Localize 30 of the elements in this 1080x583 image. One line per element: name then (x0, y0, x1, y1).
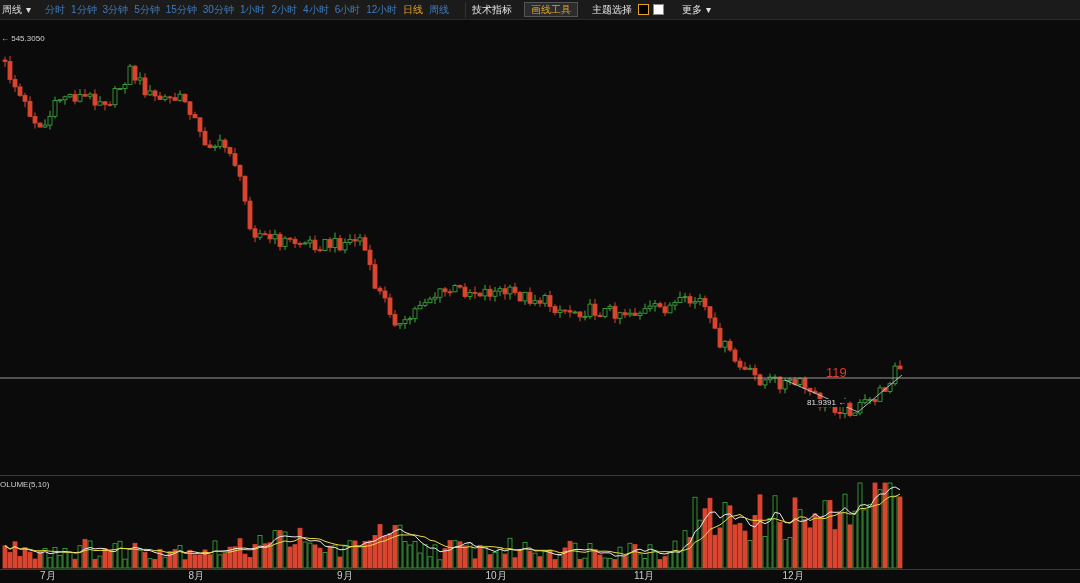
min-price-label: 81.9391 ← (806, 399, 848, 407)
theme-swatch[interactable] (653, 4, 665, 15)
theme-swatch[interactable] (638, 4, 650, 15)
month-label: 12月 (782, 571, 804, 581)
indicator-button[interactable]: 技术指标 (465, 1, 519, 18)
period-tab[interactable]: 1小时 (239, 4, 266, 15)
month-label: 11月 (634, 571, 655, 581)
month-label: 8月 (188, 571, 205, 581)
period-tab[interactable]: 3分钟 (102, 4, 129, 15)
period-tab[interactable]: 6小时 (334, 4, 361, 15)
month-label: 10月 (485, 571, 507, 581)
month-label: 9月 (337, 571, 353, 581)
period-tab[interactable]: 12小时 (366, 4, 398, 15)
period-tab[interactable]: 15分钟 (165, 4, 197, 15)
volume-label: OLUME(5,10) (0, 479, 50, 491)
annotation-text: 119 (826, 364, 847, 382)
period-tab[interactable]: 1分钟 (71, 4, 97, 15)
period-tab[interactable]: 5分钟 (134, 4, 160, 15)
more-dropdown[interactable]: 更多 ▾ (682, 4, 712, 15)
theme-label: 主题选择 (592, 4, 633, 15)
period-tab[interactable]: 分时 (45, 4, 65, 15)
period-tab[interactable]: 2小时 (271, 4, 298, 15)
month-label: 7月 (40, 571, 56, 581)
period-tab[interactable]: 周线 (429, 4, 450, 15)
period-dropdown[interactable]: 周线 ▾ (2, 4, 31, 15)
period-tab[interactable]: 4小时 (303, 4, 329, 15)
period-tab[interactable]: 日线 (403, 4, 424, 15)
period-tab[interactable]: 30分钟 (202, 4, 234, 15)
drawing-tools-button[interactable]: 画线工具 (524, 2, 579, 17)
max-price-label: ← 545.3050 (1, 33, 45, 45)
